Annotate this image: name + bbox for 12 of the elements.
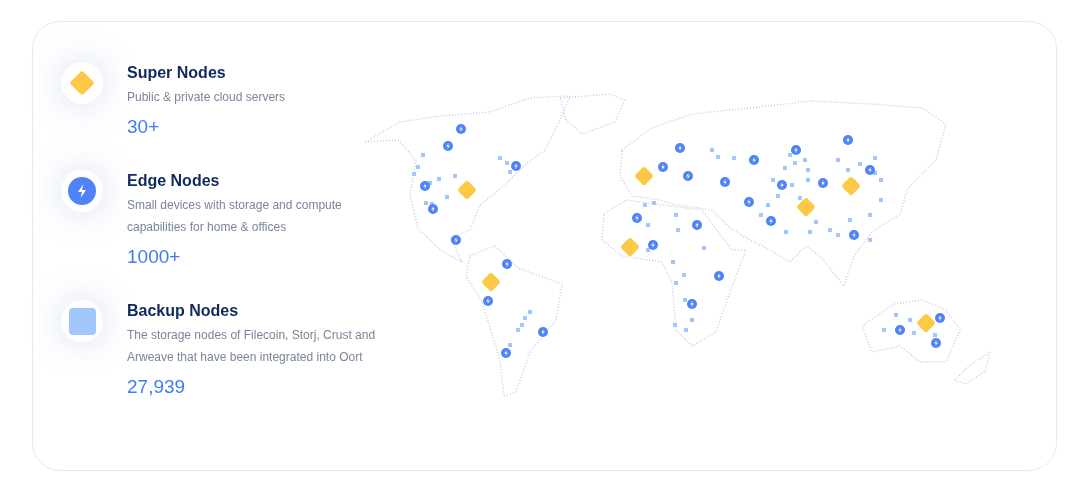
lightning-icon (68, 177, 96, 205)
node-description: The storage nodes of Filecoin, Storj, Crust and Arweave that have been integrated into Oort (127, 327, 377, 366)
node-description: Public & private cloud servers (127, 89, 287, 106)
diamond-icon (67, 68, 97, 98)
node-count: 27,939 (127, 375, 187, 399)
node-title: Backup Nodes (127, 301, 240, 321)
node-title: Edge Nodes (127, 171, 221, 191)
node-description: Small devices with storage and compute capabilities for home & offices (127, 197, 343, 236)
node-title: Super Nodes (127, 63, 227, 83)
node-count: 30+ (127, 115, 161, 139)
square-icon (68, 307, 96, 335)
node-count: 1000+ (127, 245, 182, 269)
